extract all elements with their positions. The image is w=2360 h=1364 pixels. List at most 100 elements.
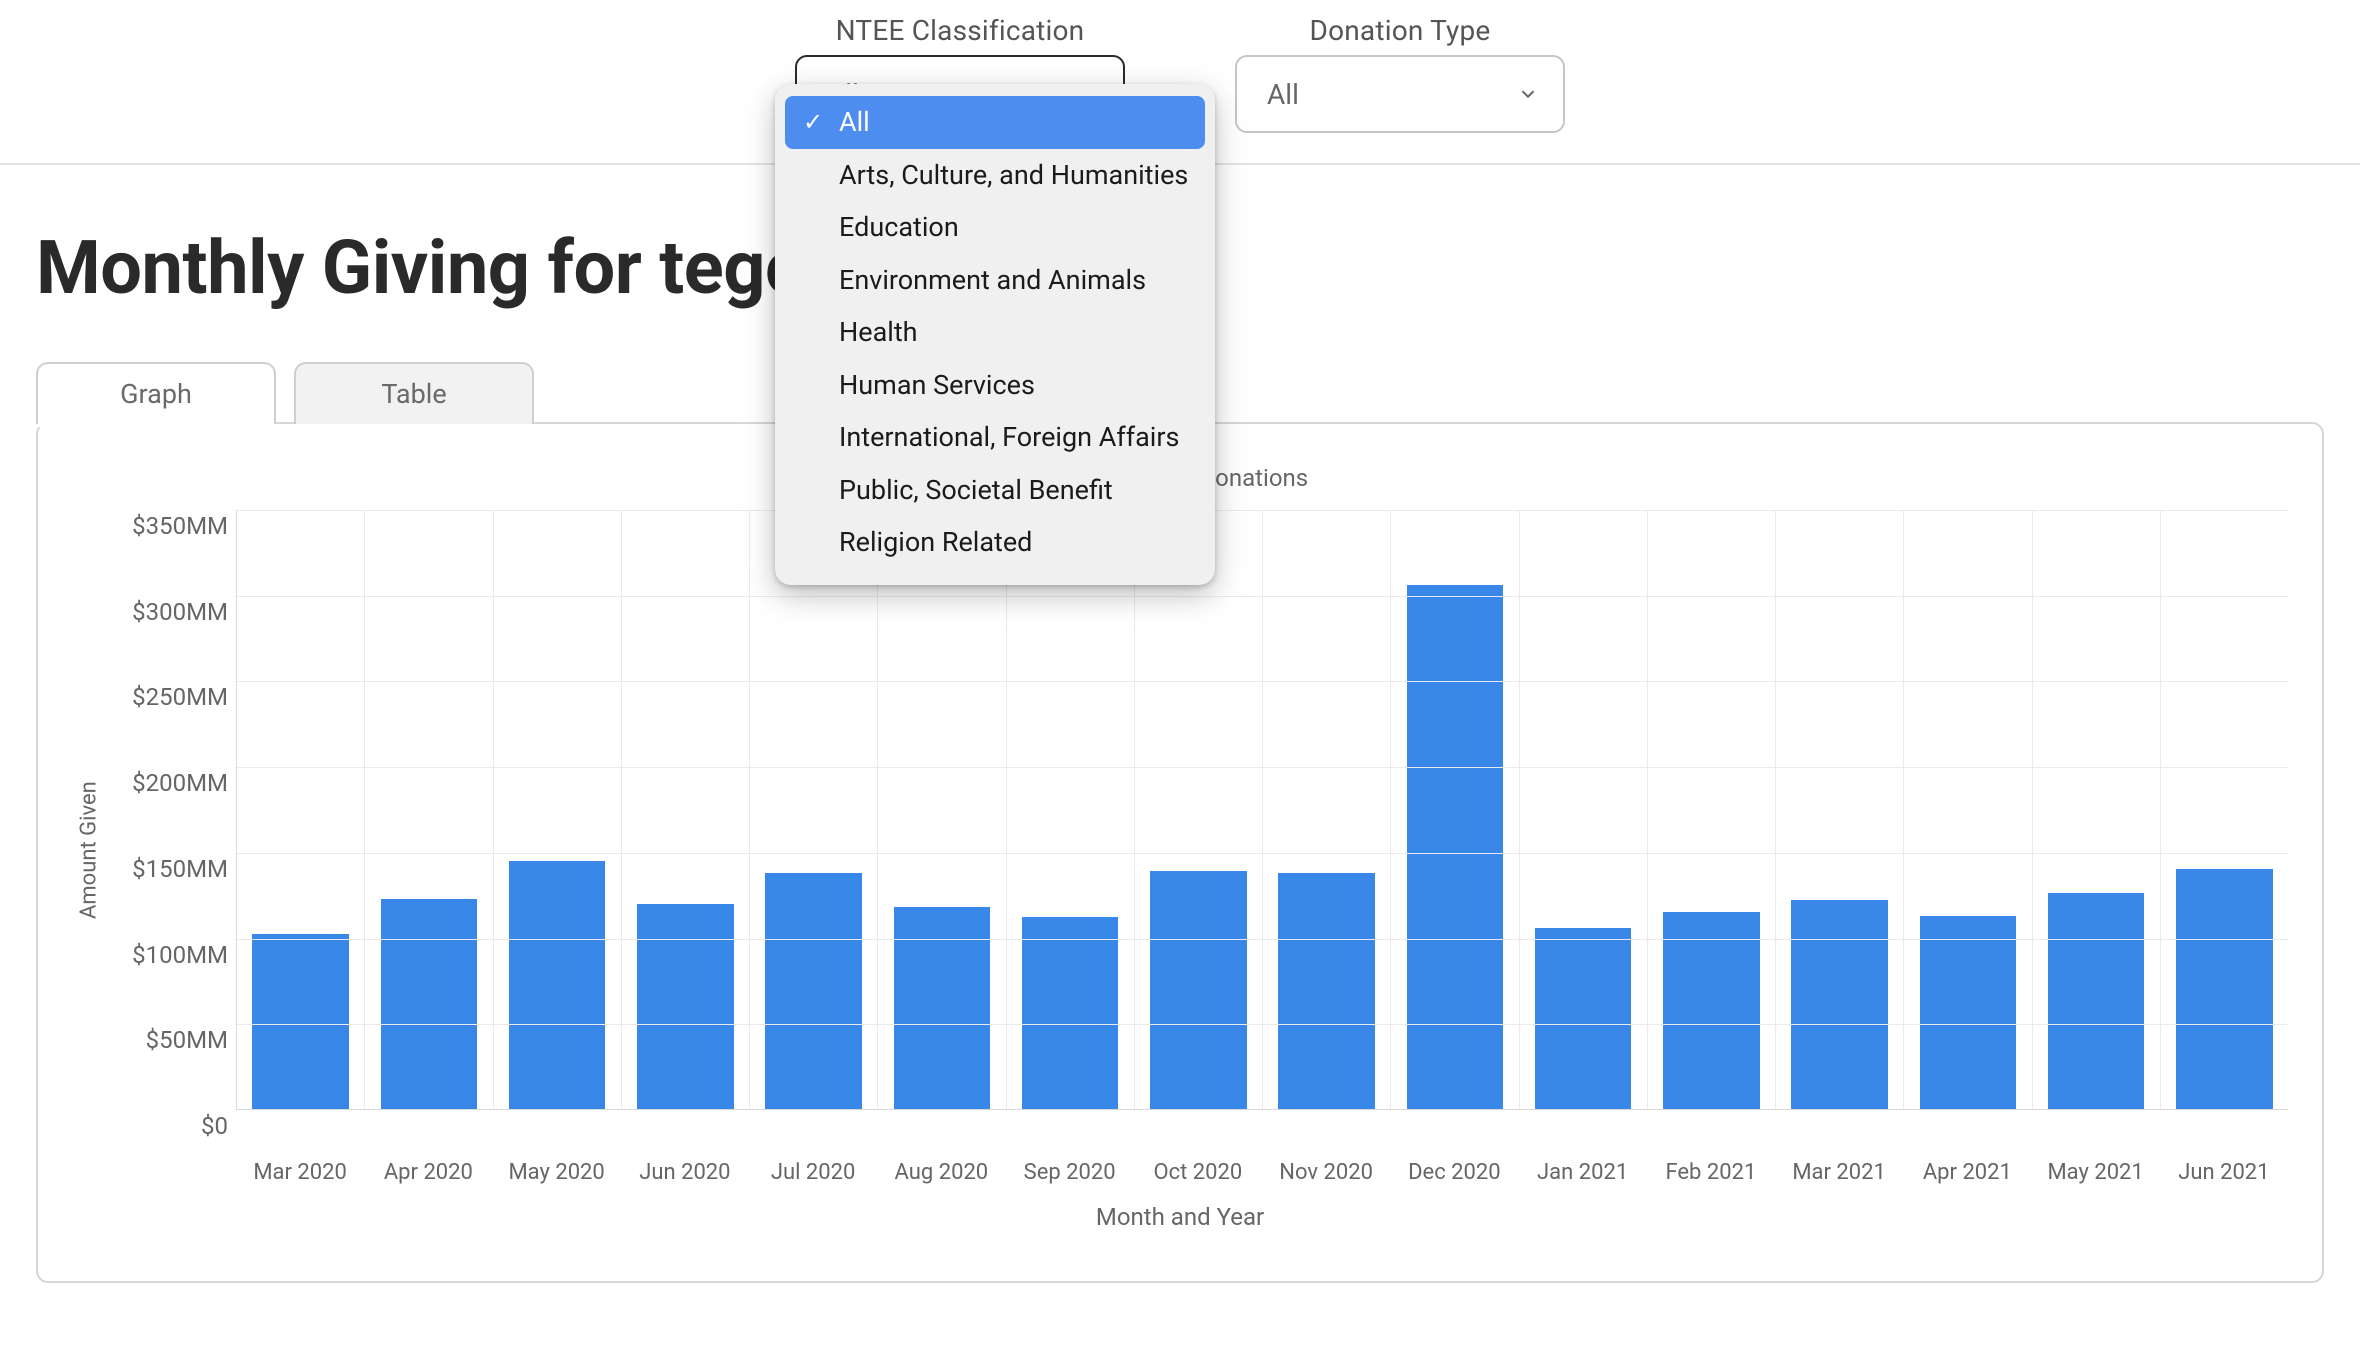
bar-slot — [2161, 510, 2288, 1109]
bar[interactable] — [1278, 873, 1375, 1109]
ntee-option-label: Public, Societal Benefit — [839, 474, 1113, 506]
bar[interactable] — [765, 873, 862, 1109]
x-axis: Mar 2020Apr 2020May 2020Jun 2020Jul 2020… — [236, 1160, 2288, 1185]
donation-type-filter: Donation Type All — [1235, 14, 1565, 133]
ntee-option[interactable]: ✓Human Services — [785, 359, 1205, 412]
bar[interactable] — [1407, 585, 1504, 1109]
x-tick-label: Mar 2021 — [1775, 1160, 1903, 1185]
chevron-down-icon — [1517, 57, 1539, 131]
tab-table[interactable]: Table — [294, 362, 534, 424]
bar-slot — [1007, 510, 1135, 1109]
bar[interactable] — [381, 899, 478, 1110]
x-tick-label: Mar 2020 — [236, 1160, 364, 1185]
ntee-option[interactable]: ✓International, Foreign Affairs — [785, 411, 1205, 464]
y-tick-label: $100MM — [132, 941, 228, 969]
bar[interactable] — [252, 934, 349, 1109]
x-tick-label: Aug 2020 — [877, 1160, 1005, 1185]
bar-slot — [750, 510, 878, 1109]
x-tick-label: Jun 2021 — [2160, 1160, 2288, 1185]
x-tick-label: Jun 2020 — [621, 1160, 749, 1185]
bar-slot — [1391, 510, 1519, 1109]
filters-row: NTEE Classification All ✓All✓Arts, Cultu… — [0, 0, 2360, 165]
x-tick-label: May 2020 — [493, 1160, 621, 1185]
y-tick-label: $0 — [201, 1112, 228, 1140]
bar[interactable] — [1150, 871, 1247, 1109]
donation-type-select[interactable]: All — [1235, 55, 1565, 133]
bar-slot — [237, 510, 365, 1109]
bar[interactable] — [1022, 917, 1119, 1109]
y-tick-label: $250MM — [132, 683, 228, 711]
gridline — [237, 510, 2288, 511]
x-tick-label: Dec 2020 — [1390, 1160, 1518, 1185]
y-tick-label: $300MM — [132, 598, 228, 626]
ntee-option-label: All — [839, 106, 870, 138]
gridline — [237, 939, 2288, 940]
plot-area — [236, 510, 2288, 1110]
x-tick-label: Apr 2020 — [364, 1160, 492, 1185]
app-frame: NTEE Classification All ✓ All ✓Arts, Cultu… — [0, 0, 2360, 1364]
bar-slot — [1648, 510, 1776, 1109]
bar[interactable] — [894, 907, 991, 1109]
x-tick-label: Oct 2020 — [1134, 1160, 1262, 1185]
ntee-option-label: Human Services — [839, 369, 1035, 401]
bars-container — [237, 510, 2288, 1109]
bar[interactable] — [1920, 916, 2017, 1109]
donation-type-value: All — [1267, 78, 1299, 111]
x-tick-label: Feb 2021 — [1647, 1160, 1775, 1185]
bar-slot — [494, 510, 622, 1109]
ntee-option-label: Health — [839, 316, 918, 348]
ntee-option-label: Environment and Animals — [839, 264, 1146, 296]
ntee-dropdown[interactable]: ✓ All ✓Arts, Culture, and Humanities✓Educa… — [775, 84, 1215, 585]
gridline — [237, 1024, 2288, 1025]
bar-slot — [1904, 510, 2032, 1109]
chart-area: Amount Given $0 $50MM $100MM $150MM $200MM $2… — [72, 510, 2288, 1150]
y-tick-label: $350MM — [132, 512, 228, 540]
y-axis-label: Amount Given — [72, 510, 106, 1150]
gridline — [237, 853, 2288, 854]
check-icon: ✓ — [803, 103, 823, 143]
bar[interactable] — [509, 861, 606, 1109]
x-tick-label: Nov 2020 — [1262, 1160, 1390, 1185]
bar-slot — [1263, 510, 1391, 1109]
y-tick-label: $150MM — [132, 855, 228, 883]
bar-slot — [1776, 510, 1904, 1109]
bar-slot — [2033, 510, 2161, 1109]
ntee-option[interactable]: ✓Arts, Culture, and Humanities — [785, 149, 1205, 202]
ntee-option[interactable]: ✓ All — [785, 96, 1205, 149]
x-tick-label: Sep 2020 — [1006, 1160, 1134, 1185]
gridline — [237, 767, 2288, 768]
tab-graph-label: Graph — [120, 378, 192, 410]
bar-slot — [365, 510, 493, 1109]
bar[interactable] — [2048, 893, 2145, 1109]
bar[interactable] — [1791, 900, 1888, 1109]
ntee-option[interactable]: ✓Environment and Animals — [785, 254, 1205, 307]
x-tick-label: Jul 2020 — [749, 1160, 877, 1185]
ntee-option[interactable]: ✓Public, Societal Benefit — [785, 464, 1205, 517]
bar[interactable] — [2176, 869, 2273, 1109]
y-axis: $0 $50MM $100MM $150MM $200MM $250MM $300MM $35… — [106, 510, 236, 1150]
donation-type-label: Donation Type — [1235, 14, 1565, 47]
x-tick-label: Apr 2021 — [1903, 1160, 2031, 1185]
bar[interactable] — [637, 904, 734, 1109]
tab-graph[interactable]: Graph — [36, 362, 276, 424]
gridline — [237, 596, 2288, 597]
x-tick-label: May 2021 — [2032, 1160, 2160, 1185]
ntee-filter: NTEE Classification All ✓All✓Arts, Cultu… — [795, 14, 1125, 133]
ntee-option[interactable]: ✓Religion Related — [785, 516, 1205, 569]
gridline — [237, 681, 2288, 682]
ntee-option-label: International, Foreign Affairs — [839, 421, 1179, 453]
ntee-option[interactable]: ✓Education — [785, 201, 1205, 254]
bar-slot — [1135, 510, 1263, 1109]
y-tick-label: $50MM — [146, 1026, 228, 1054]
x-tick-label: Jan 2021 — [1519, 1160, 1647, 1185]
bar-slot — [622, 510, 750, 1109]
bar-slot — [1520, 510, 1648, 1109]
y-tick-label: $200MM — [132, 769, 228, 797]
x-axis-label: Month and Year — [72, 1203, 2288, 1231]
bar[interactable] — [1535, 928, 1632, 1109]
ntee-option[interactable]: ✓Health — [785, 306, 1205, 359]
ntee-filter-label: NTEE Classification — [795, 14, 1125, 47]
bar-slot — [878, 510, 1006, 1109]
ntee-option-label: Religion Related — [839, 526, 1032, 558]
bar[interactable] — [1663, 912, 1760, 1109]
